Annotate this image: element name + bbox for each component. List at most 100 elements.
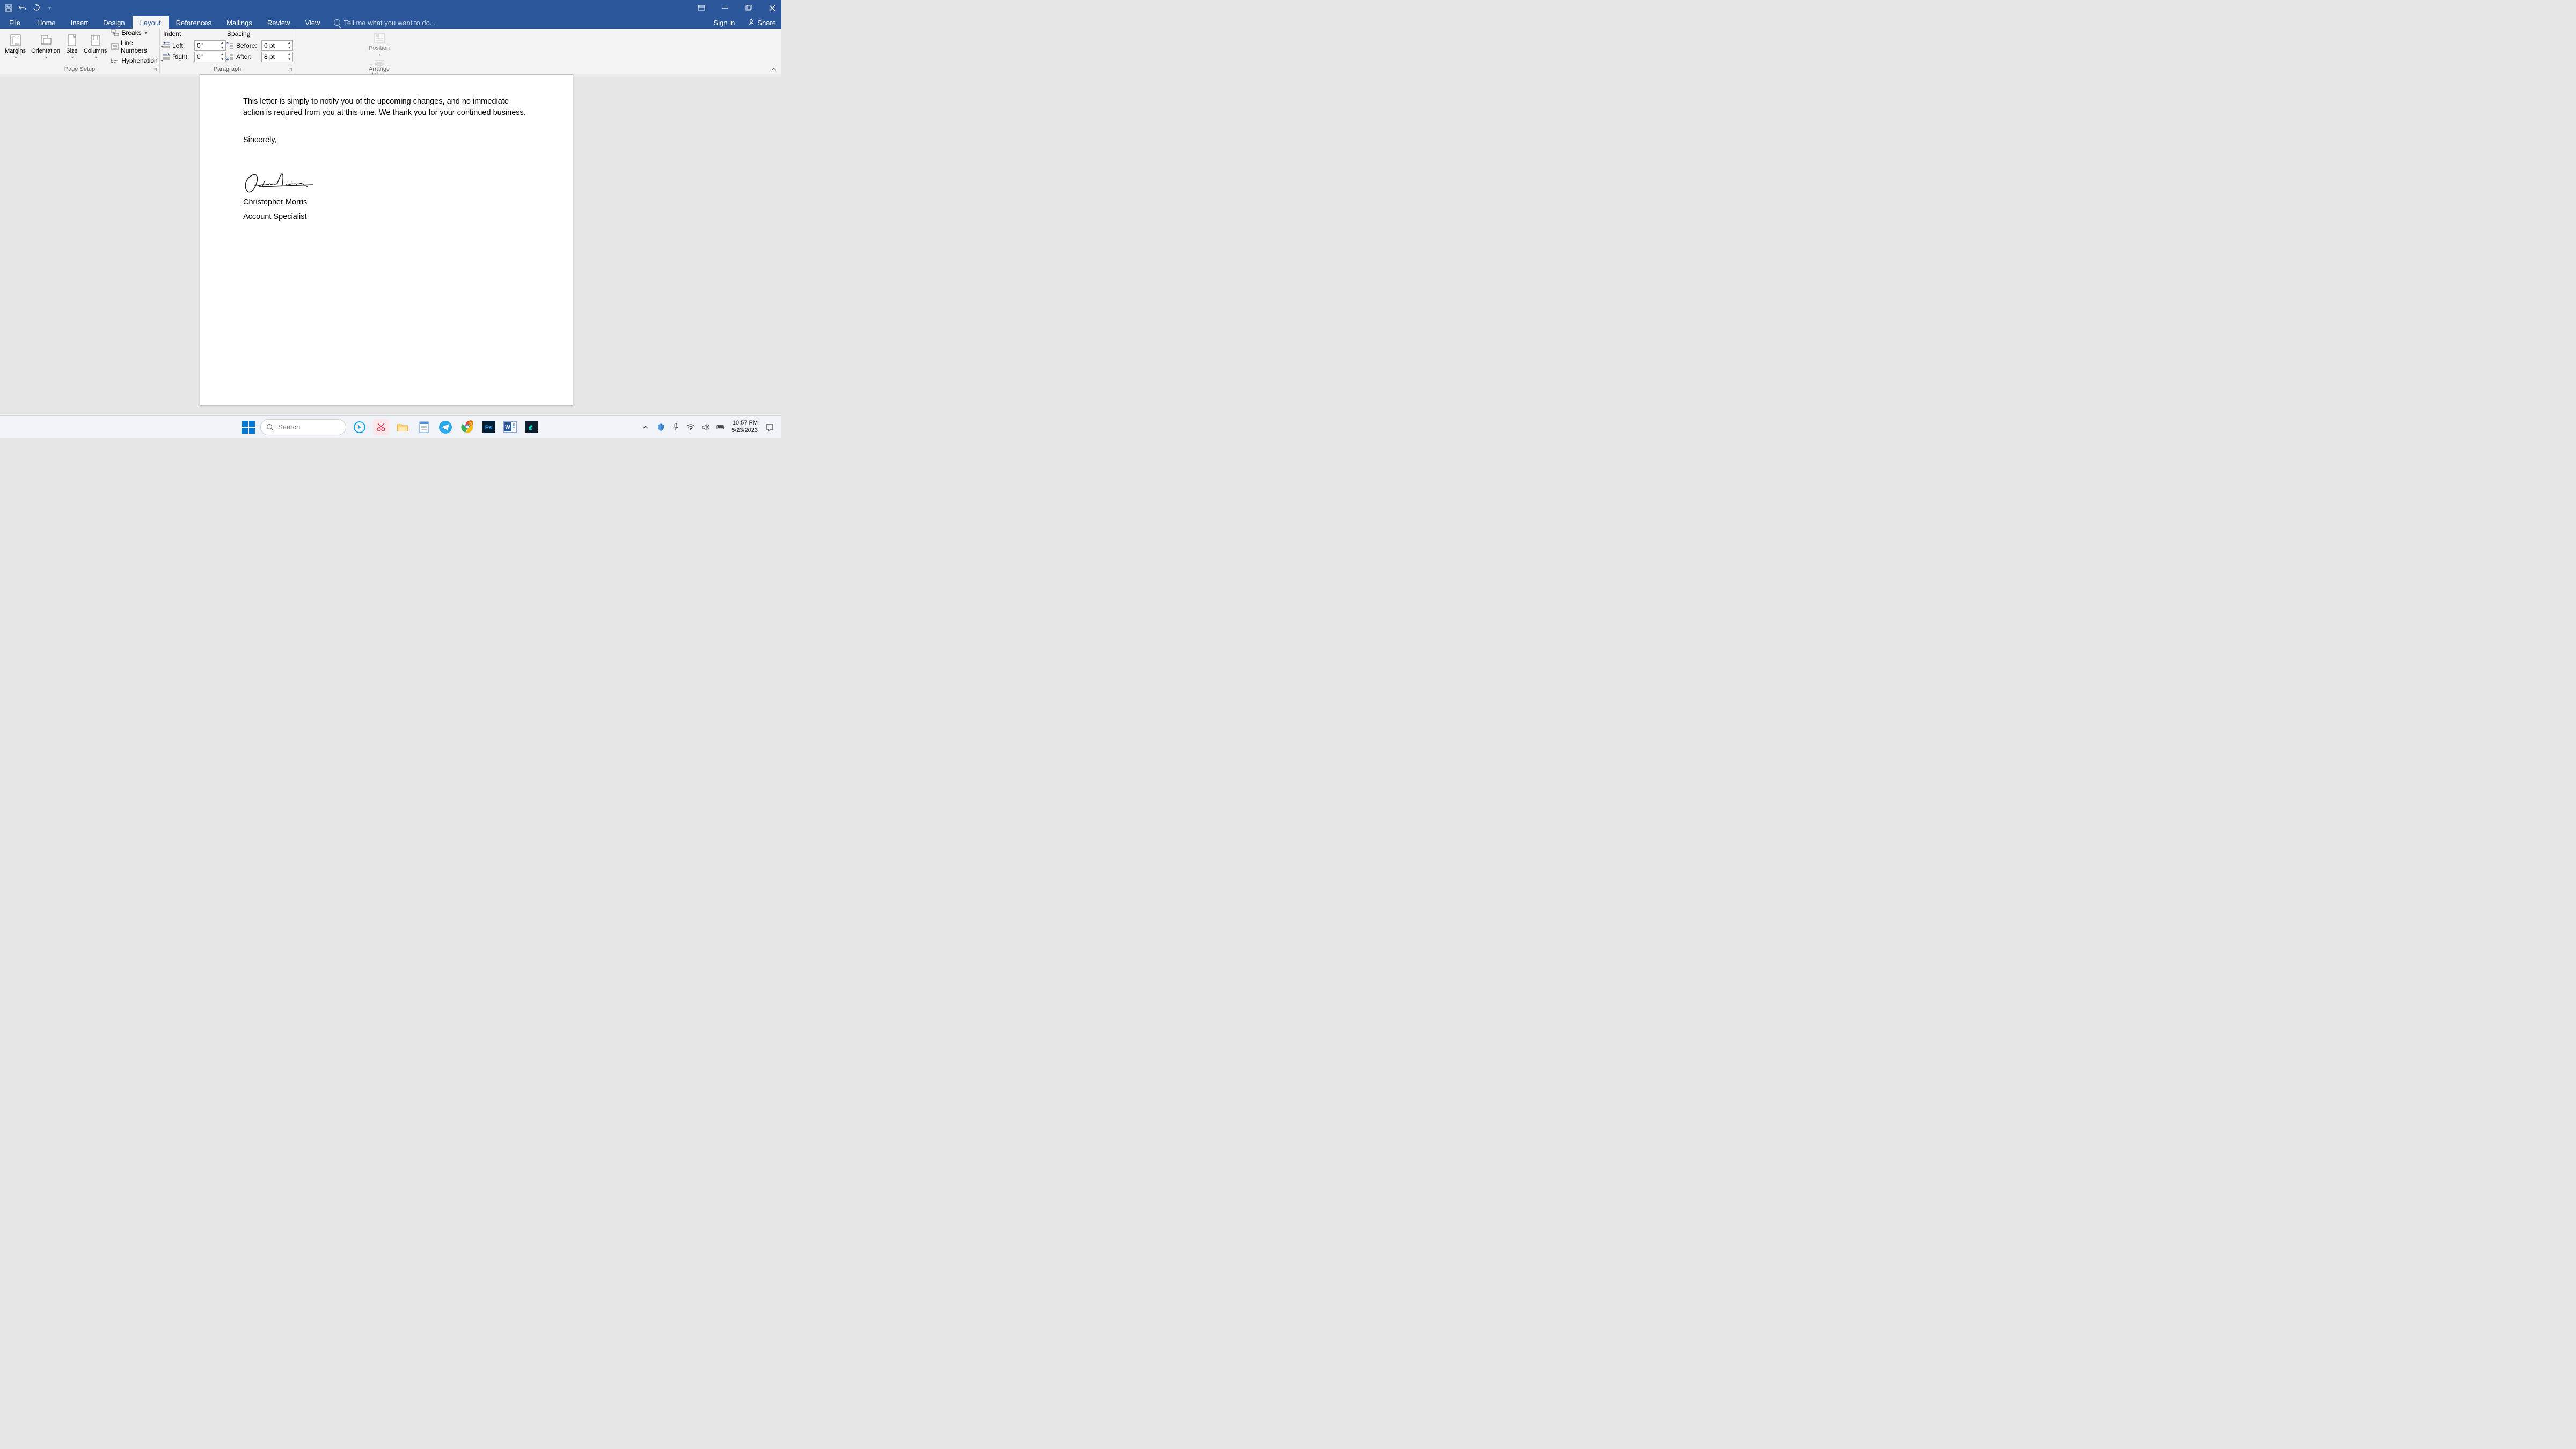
collapse-ribbon-icon[interactable] (771, 67, 777, 72)
page-setup-group-label: Page Setup (0, 66, 159, 72)
page[interactable]: This letter is simply to notify you of t… (200, 74, 573, 406)
spacing-after-label: After: (236, 53, 260, 61)
search-placeholder: Search (278, 423, 300, 431)
taskbar-word[interactable]: W (502, 419, 518, 435)
tray-volume-icon[interactable] (701, 423, 710, 431)
taskbar-clock[interactable]: 10:57 PM 5/23/2023 (731, 420, 758, 434)
spinner-down[interactable]: ▼ (219, 46, 225, 50)
svg-text:bc: bc (111, 58, 116, 64)
paragraph-launcher[interactable] (287, 67, 292, 72)
paragraph-group-label: Paragraph (160, 66, 295, 72)
maximize-icon[interactable] (744, 3, 753, 13)
size-button[interactable]: Size ▾ (63, 30, 81, 63)
spinner-up[interactable]: ▲ (286, 41, 292, 46)
spinner-down[interactable]: ▼ (286, 57, 292, 62)
tray-battery-icon[interactable] (716, 423, 725, 431)
taskbar-search[interactable]: Search (260, 419, 346, 435)
hyphenation-button[interactable]: bc Hyphenation ▾ (111, 56, 163, 65)
dropdown-icon: ▾ (95, 55, 97, 60)
ribbon-tabs: File Home Insert Design Layout Reference… (0, 16, 781, 29)
tray-mic-icon[interactable] (671, 423, 680, 431)
tab-layout[interactable]: Layout (133, 16, 169, 29)
spinner-up[interactable]: ▲ (219, 41, 225, 46)
spinner-up[interactable]: ▲ (286, 52, 292, 57)
breaks-button[interactable]: Breaks ▾ (111, 28, 163, 38)
spacing-after-input[interactable] (262, 53, 286, 61)
tab-design[interactable]: Design (96, 16, 132, 29)
page-setup-launcher[interactable] (152, 67, 157, 72)
dropdown-icon: ▾ (378, 52, 380, 57)
tab-file[interactable]: File (0, 16, 30, 29)
date-label: 5/23/2023 (731, 427, 758, 434)
spacing-before-input[interactable] (262, 42, 286, 49)
signin-button[interactable]: Sign in (706, 19, 743, 27)
notifications-icon[interactable] (764, 422, 775, 433)
tab-review[interactable]: Review (260, 16, 298, 29)
taskbar-explorer[interactable] (394, 419, 411, 435)
undo-icon[interactable] (18, 4, 27, 12)
page-content[interactable]: This letter is simply to notify you of t… (200, 75, 573, 244)
ribbon-display-icon[interactable] (697, 3, 706, 13)
dropdown-icon: ▾ (145, 31, 147, 35)
line-numbers-icon (111, 42, 119, 51)
taskbar-chrome[interactable]: n (459, 419, 475, 435)
columns-button[interactable]: Columns ▾ (81, 30, 109, 63)
spinner-up[interactable]: ▲ (219, 52, 225, 57)
signer-name[interactable]: Christopher Morris (243, 197, 530, 208)
indent-right-input[interactable] (195, 53, 219, 61)
share-button[interactable]: Share (742, 19, 781, 27)
margins-button[interactable]: Margins ▾ (2, 30, 28, 63)
dropdown-icon: ▾ (15, 55, 17, 60)
tray-chevron-icon[interactable] (641, 423, 650, 431)
line-numbers-button[interactable]: Line Numbers ▾ (111, 39, 163, 55)
spinner-down[interactable]: ▼ (219, 57, 225, 62)
tab-references[interactable]: References (169, 16, 219, 29)
hyphenation-label: Hyphenation (121, 57, 157, 64)
signature-image[interactable] (243, 167, 530, 197)
svg-text:Ps: Ps (485, 425, 492, 431)
qat-customize[interactable]: ▾ (48, 5, 51, 11)
taskbar-snip[interactable] (373, 419, 389, 435)
share-label: Share (757, 19, 776, 27)
letter-body[interactable]: This letter is simply to notify you of t… (243, 96, 530, 119)
minimize-icon[interactable] (720, 3, 730, 13)
orientation-icon (39, 34, 52, 47)
tab-mailings[interactable]: Mailings (219, 16, 260, 29)
margins-label: Margins (5, 48, 26, 54)
orientation-button[interactable]: Orientation ▾ (28, 30, 63, 63)
tab-home[interactable]: Home (30, 16, 63, 29)
dropdown-icon: ▾ (45, 55, 47, 60)
spacing-before-icon (226, 41, 235, 50)
document-area[interactable]: This letter is simply to notify you of t… (0, 74, 781, 414)
start-button[interactable] (242, 421, 255, 434)
taskbar-telegram[interactable] (437, 419, 453, 435)
spacing-header: Spacing (226, 30, 293, 40)
taskbar-notepad[interactable] (416, 419, 432, 435)
tab-view[interactable]: View (297, 16, 327, 29)
tray-wifi-icon[interactable] (686, 423, 695, 431)
letter-closing[interactable]: Sincerely, (243, 135, 530, 146)
size-icon (65, 34, 78, 47)
save-icon[interactable] (4, 4, 13, 12)
close-icon[interactable] (767, 3, 777, 13)
tray-security-icon[interactable] (656, 423, 665, 431)
taskbar-bing[interactable] (352, 419, 368, 435)
position-label: Position (369, 45, 390, 52)
tell-me-search[interactable]: Tell me what you want to do... (334, 16, 435, 29)
tab-insert[interactable]: Insert (63, 16, 96, 29)
arrange-group-label: Arrange (295, 66, 463, 72)
taskbar-filmora[interactable] (523, 419, 539, 435)
quick-access-toolbar: ▾ (4, 4, 53, 12)
taskbar-photoshop[interactable]: Ps (480, 419, 496, 435)
line-numbers-label: Line Numbers (121, 39, 158, 54)
spacing-after-input-wrap: ▲▼ (261, 52, 293, 62)
indent-left-input[interactable] (195, 42, 219, 49)
hyphenation-icon: bc (111, 56, 119, 65)
orientation-label: Orientation (31, 48, 60, 54)
position-button[interactable]: Position ▾ (297, 30, 461, 57)
indent-left-icon (162, 41, 171, 50)
time-label: 10:57 PM (731, 420, 758, 427)
signer-title[interactable]: Account Specialist (243, 211, 530, 223)
redo-icon[interactable] (32, 4, 41, 12)
spinner-down[interactable]: ▼ (286, 46, 292, 50)
